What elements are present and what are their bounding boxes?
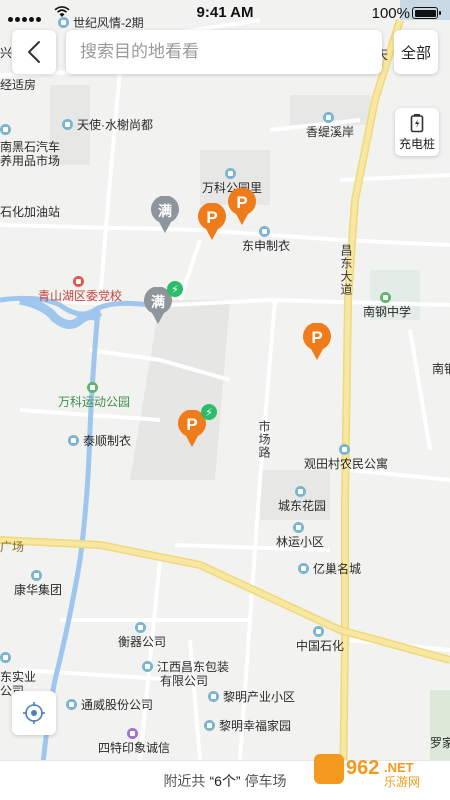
- map-pin-icon: P: [198, 202, 226, 240]
- locate-button[interactable]: [12, 691, 56, 735]
- shopping-icon: [126, 728, 138, 739]
- map-label: 城东花园: [278, 486, 326, 514]
- battery-percent: 100%: [371, 5, 410, 22]
- map-pin-icon: P: [228, 187, 256, 225]
- svg-text:乐游网: 乐游网: [384, 775, 420, 788]
- gas-station-icon: [312, 626, 324, 637]
- map-label: 四特印象诚信: [98, 728, 170, 756]
- crosshair-icon: [23, 702, 45, 724]
- parking-pin[interactable]: P: [302, 322, 332, 361]
- poi-icon: [134, 622, 146, 633]
- poi-icon: [30, 570, 42, 581]
- svg-text:P: P: [236, 193, 247, 212]
- map-label: 南钢中学: [363, 292, 411, 320]
- poi-icon: [298, 563, 309, 574]
- map-label: 衡器公司: [118, 622, 166, 650]
- map-label: 罗家: [430, 736, 450, 750]
- star-icon: [72, 276, 84, 287]
- charging-pile-button[interactable]: 充电桩: [395, 108, 439, 156]
- map-label: 观田村农民公寓: [304, 444, 388, 472]
- search-input[interactable]: [66, 30, 382, 74]
- map-pin-icon: P: [303, 322, 331, 360]
- parking-pin[interactable]: P: [197, 202, 227, 241]
- parking-full-pin[interactable]: 满 ⚡: [143, 281, 183, 325]
- svg-text:P: P: [311, 328, 322, 347]
- poi-icon: [0, 652, 11, 663]
- map-label: 香缇溪岸: [306, 112, 354, 140]
- svg-text:P: P: [186, 415, 197, 434]
- map-label: 通威股份公司: [66, 696, 153, 713]
- map-label: 亿巢名城: [298, 560, 361, 577]
- map-label: 万科运动公园: [58, 382, 130, 410]
- svg-text:满: 满: [158, 203, 172, 219]
- svg-text:P: P: [206, 208, 217, 227]
- charging-pile-label: 充电桩: [398, 136, 435, 151]
- map-label: 石化加油站: [0, 205, 61, 219]
- map-label: 青山湖区委党校: [38, 276, 122, 304]
- poi-icon: [292, 522, 304, 533]
- poi-icon: [224, 168, 236, 179]
- poi-icon: [208, 691, 219, 702]
- status-bar: 9:41 AM 100%: [0, 0, 450, 26]
- road-label: 昌东大道: [339, 244, 353, 296]
- poi-icon: [68, 435, 79, 446]
- poi-icon: [338, 444, 350, 455]
- map-label: 兴: [0, 46, 13, 60]
- map-label: 林运小区: [276, 522, 324, 550]
- map-label: [0, 652, 15, 663]
- map-label: 康华集团: [14, 570, 62, 598]
- poi-icon: [62, 119, 73, 130]
- poi-icon: [204, 720, 215, 731]
- map-label: 南钢: [432, 362, 450, 376]
- charging-badge-icon: ⚡: [167, 281, 183, 297]
- school-icon: [379, 292, 391, 303]
- svg-text:.NET: .NET: [384, 760, 414, 775]
- poi-icon: [0, 124, 11, 135]
- svg-text:962: 962: [346, 757, 379, 779]
- nearby-count: “6个”: [209, 772, 241, 789]
- poi-icon: [294, 486, 306, 497]
- poi-icon: [322, 112, 334, 123]
- map-label: 东申制衣: [242, 226, 290, 254]
- all-button[interactable]: 全部: [394, 30, 438, 74]
- map-label: 经适房: [0, 78, 37, 92]
- map-label: 黎明产业小区: [208, 688, 295, 705]
- map-label: 泰顺制衣: [68, 432, 131, 449]
- parking-pin[interactable]: P: [227, 187, 257, 226]
- parking-full-pin[interactable]: 满: [150, 195, 180, 234]
- poi-icon: [142, 661, 153, 672]
- chevron-left-icon: [28, 41, 40, 63]
- map-pin-icon: 满: [151, 195, 179, 233]
- nearby-prefix: 附近共: [163, 772, 206, 789]
- map-label: 有限公司: [160, 674, 209, 688]
- back-button[interactable]: [12, 30, 56, 74]
- poi-icon: [258, 226, 270, 237]
- battery-icon: [410, 113, 424, 132]
- map-label: 中国石化: [296, 626, 344, 654]
- poi-icon: [66, 699, 77, 710]
- park-icon: [86, 382, 98, 393]
- nearby-suffix: 停车场: [244, 772, 287, 789]
- battery-icon: [412, 7, 441, 19]
- map-label: 广场: [0, 540, 25, 554]
- map-label: 天使·水榭尚都: [62, 116, 153, 133]
- watermark-logo: 962 .NET 乐游网: [314, 754, 420, 788]
- map-label: [0, 124, 15, 135]
- svg-text:满: 满: [151, 294, 165, 310]
- charging-badge-icon: ⚡: [201, 404, 217, 420]
- parking-pin[interactable]: P ⚡: [177, 404, 217, 448]
- map-label: 黎明幸福家园: [204, 717, 291, 734]
- map-label: 养用品市场: [0, 154, 61, 168]
- road-label: 市场路: [257, 420, 271, 459]
